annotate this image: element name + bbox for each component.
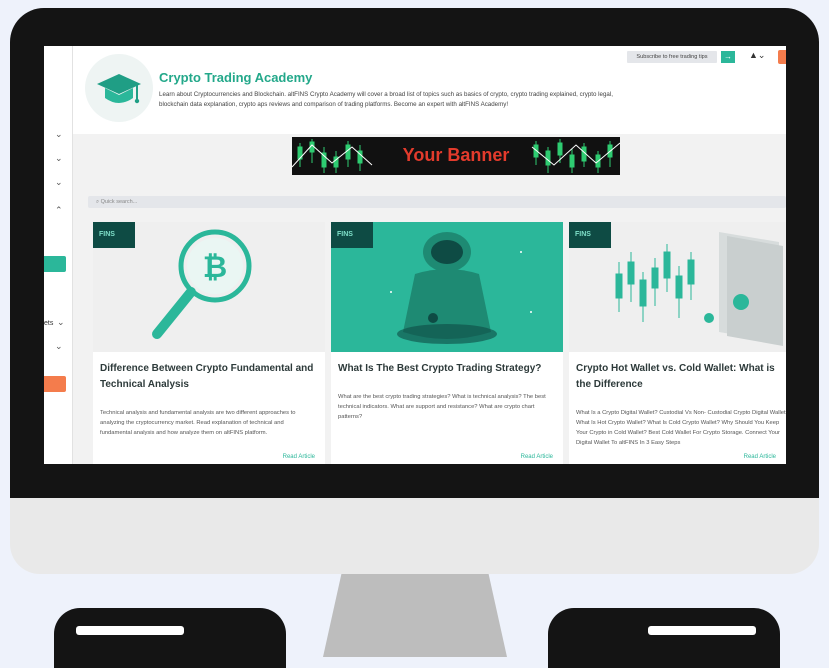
article-image: ₿ FINS (93, 222, 325, 352)
monitor-stand-neck (323, 574, 507, 657)
article-description: What are the best crypto trading strateg… (338, 394, 546, 420)
article-title[interactable]: What Is The Best Crypto Trading Strategy… (338, 361, 554, 377)
read-article-link[interactable]: Read Article (521, 454, 553, 460)
subscribe-button[interactable]: → (721, 51, 735, 63)
search-placeholder: Quick search... (100, 199, 138, 205)
chevron-down-icon[interactable]: ⌄ (57, 318, 65, 327)
read-article-link[interactable]: Read Article (744, 454, 776, 460)
article-image: FINS (569, 222, 786, 352)
subscribe-input[interactable]: Subscribe to free trading tips (627, 51, 717, 63)
user-menu-icon[interactable]: ▲⌄ (749, 50, 765, 61)
monitor-chin (10, 498, 819, 574)
foot-bar (648, 626, 756, 635)
search-input[interactable]: ⌕ Quick search... (88, 196, 786, 208)
foot-bar (76, 626, 184, 635)
academy-header: Crypto Trading Academy Learn about Crypt… (73, 46, 786, 134)
chevron-down-icon[interactable]: ⌄ (55, 154, 63, 163)
monitor-foot-left (54, 608, 286, 668)
page-title: Crypto Trading Academy (159, 70, 313, 85)
sidebar-item-label[interactable]: ets (44, 320, 53, 327)
article-title[interactable]: Difference Between Crypto Fundamental an… (100, 361, 316, 393)
orange-menu-button[interactable] (778, 50, 786, 64)
chevron-up-icon[interactable]: ⌃ (55, 206, 63, 215)
article-card[interactable]: ₿ FINS Difference Between Crypto Fundame… (93, 222, 325, 464)
chevron-down-icon[interactable]: ⌄ (55, 342, 63, 351)
altfins-badge: FINS (569, 222, 611, 248)
article-card[interactable]: FINS Crypto Hot Wallet vs. Cold Wallet: … (569, 222, 786, 464)
article-title[interactable]: Crypto Hot Wallet vs. Cold Wallet: What … (576, 361, 786, 393)
sidebar: ⌄ ⌄ ⌄ ⌃ ets ⌄ ⌄ (44, 46, 73, 464)
read-article-link[interactable]: Read Article (283, 454, 315, 460)
graduation-cap-logo (85, 54, 153, 122)
chevron-down-icon[interactable]: ⌄ (55, 130, 63, 139)
page-description: Learn about Cryptocurrencies and Blockch… (159, 91, 613, 108)
article-card[interactable]: FINS What Is The Best Crypto Trading Str… (331, 222, 563, 464)
ad-banner[interactable]: Your Banner (292, 137, 620, 175)
banner-text: Your Banner (402, 145, 510, 165)
article-description: Technical analysis and fundamental analy… (100, 410, 296, 436)
altfins-badge: FINS (93, 222, 135, 248)
article-description: What Is a Crypto Digital Wallet? Custodi… (576, 410, 786, 446)
sidebar-orange-button[interactable] (44, 376, 66, 392)
monitor-foot-right (548, 608, 780, 668)
sidebar-green-button[interactable] (44, 256, 66, 272)
altfins-badge: FINS (331, 222, 373, 248)
article-image: FINS (331, 222, 563, 352)
svg-text:₿: ₿ (203, 251, 227, 284)
chevron-down-icon[interactable]: ⌄ (55, 178, 63, 187)
screen: ⌄ ⌄ ⌄ ⌃ ets ⌄ ⌄ Crypto Trading Academy L… (44, 46, 786, 464)
